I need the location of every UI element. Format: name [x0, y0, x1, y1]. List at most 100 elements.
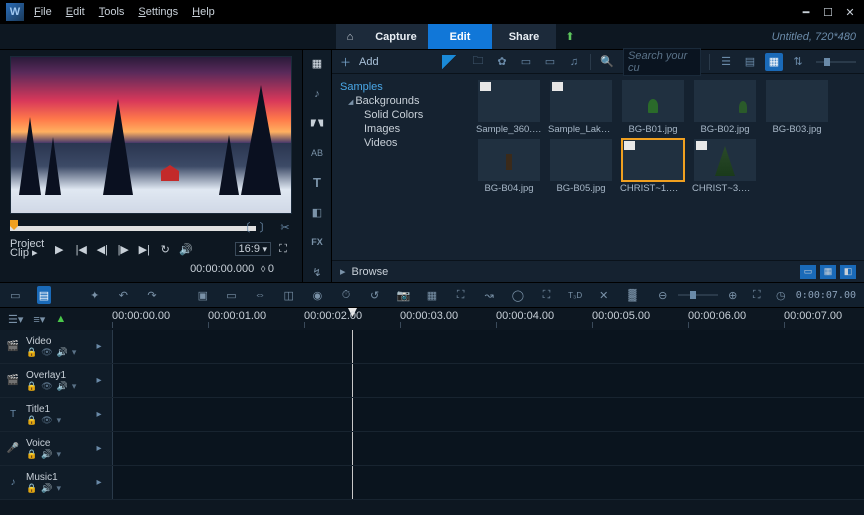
- maximize-button[interactable]: ☐: [820, 6, 836, 18]
- add-media-button[interactable]: Add: [359, 56, 379, 68]
- zoom-out-button[interactable]: ⊖: [654, 286, 672, 304]
- track-type-icon[interactable]: ♪: [6, 476, 20, 490]
- libtab-path-icon[interactable]: ↯: [307, 262, 327, 282]
- close-button[interactable]: ✕: [842, 6, 858, 18]
- next-frame-button[interactable]: |▶: [114, 241, 132, 257]
- menu-edit[interactable]: Edit: [66, 6, 85, 18]
- thumbnail-item[interactable]: BG-B04.jpg: [476, 139, 542, 194]
- home-button[interactable]: ⌂: [336, 24, 364, 49]
- tool-subtitle-icon[interactable]: ▭: [224, 286, 239, 304]
- volume-button[interactable]: 🔊: [177, 241, 195, 257]
- tool-3d-icon[interactable]: T₃D: [568, 286, 583, 304]
- track-ctl-icon[interactable]: 🔊: [57, 347, 68, 358]
- track-lane[interactable]: [112, 398, 864, 431]
- track-ctl-icon[interactable]: 👁: [41, 381, 52, 392]
- libtab-sound-icon[interactable]: ♪: [307, 84, 327, 104]
- tool-color-icon[interactable]: ◉: [310, 286, 325, 304]
- thumbnail-item[interactable]: Sample_Lake.m…: [548, 80, 614, 135]
- thumbnail-item[interactable]: BG-B03.jpg: [764, 80, 830, 135]
- track-ctl-icon[interactable]: 🔒: [26, 381, 37, 392]
- track-marker-icon[interactable]: ▲: [55, 313, 66, 325]
- track-lane[interactable]: [112, 364, 864, 397]
- mark-in-icon[interactable]: 〔: [238, 220, 252, 234]
- clip-mode-label[interactable]: Clip ▸: [10, 249, 44, 258]
- goto-end-button[interactable]: ▶|: [135, 241, 153, 257]
- menu-file[interactable]: File: [34, 6, 52, 18]
- browse-button[interactable]: Browse: [352, 266, 389, 278]
- tool-timeline-icon[interactable]: ▤: [37, 286, 52, 304]
- track-menu-icon[interactable]: ☰▾: [8, 313, 23, 326]
- minimize-button[interactable]: ━: [798, 6, 814, 18]
- tree-samples[interactable]: Samples: [340, 80, 472, 94]
- track-chevron-icon[interactable]: ▸: [92, 476, 106, 490]
- track-expand-icon[interactable]: ▾: [56, 483, 61, 494]
- track-lane[interactable]: [112, 432, 864, 465]
- menu-help[interactable]: Help: [192, 6, 215, 18]
- folder-icon[interactable]: 🗀: [469, 53, 487, 71]
- thumbnail-item[interactable]: Sample_360.mp4: [476, 80, 542, 135]
- panel-toggle-2[interactable]: ▦: [820, 265, 836, 279]
- flag-icon[interactable]: [442, 55, 456, 69]
- thumbnail-item[interactable]: CHRIST~1.MP4: [620, 139, 686, 194]
- tool-storyboard-icon[interactable]: ▭: [8, 286, 23, 304]
- libtab-title-icon[interactable]: AB: [307, 143, 327, 163]
- upload-icon[interactable]: ⬆: [556, 24, 584, 49]
- zoom-fit-button[interactable]: ⛶: [748, 286, 766, 304]
- tab-edit[interactable]: Edit: [428, 24, 492, 49]
- track-lane[interactable]: [112, 466, 864, 499]
- tool-snapshot-icon[interactable]: 📷: [396, 286, 411, 304]
- libtab-fx-icon[interactable]: FX: [307, 233, 327, 253]
- track-add-icon[interactable]: ≡▾: [33, 313, 45, 326]
- track-lane[interactable]: [112, 330, 864, 363]
- preview-scrubber[interactable]: [10, 226, 256, 231]
- fullscreen-icon[interactable]: ⛶: [274, 241, 292, 257]
- track-ctl-icon[interactable]: 🔒: [26, 483, 37, 494]
- track-ctl-icon[interactable]: 🔒: [26, 347, 37, 358]
- tool-wand-icon[interactable]: ✦: [87, 286, 102, 304]
- prev-frame-button[interactable]: ◀|: [93, 241, 111, 257]
- libtab-transition-icon[interactable]: [307, 114, 327, 134]
- track-ctl-icon[interactable]: 🔒: [26, 449, 37, 460]
- sort-icon[interactable]: ⇅: [789, 53, 807, 71]
- track-type-icon[interactable]: T: [6, 408, 20, 422]
- track-ctl-icon[interactable]: 👁: [41, 415, 52, 426]
- tree-backgrounds[interactable]: Backgrounds: [340, 94, 472, 108]
- tree-solid-colors[interactable]: Solid Colors: [340, 108, 472, 122]
- libtab-media-icon[interactable]: ▦: [307, 54, 327, 74]
- zoom-clock-icon[interactable]: ◷: [772, 286, 790, 304]
- track-chevron-icon[interactable]: ▸: [92, 340, 106, 354]
- tool-mask-icon[interactable]: ⛶: [453, 286, 468, 304]
- libtab-graphic-icon[interactable]: T: [307, 173, 327, 193]
- view-details-icon[interactable]: ▤: [741, 53, 759, 71]
- track-expand-icon[interactable]: ▾: [72, 381, 77, 392]
- panel-toggle-1[interactable]: ▭: [800, 265, 816, 279]
- split-icon[interactable]: ✂: [278, 220, 292, 234]
- tool-crop-icon[interactable]: ◫: [281, 286, 296, 304]
- track-ctl-icon[interactable]: 🔊: [57, 381, 68, 392]
- tree-videos[interactable]: Videos: [340, 136, 472, 150]
- track-chevron-icon[interactable]: ▸: [92, 408, 106, 422]
- tool-multi-icon[interactable]: ✕: [596, 286, 611, 304]
- track-expand-icon[interactable]: ▾: [72, 347, 77, 358]
- track-ctl-icon[interactable]: 👁: [41, 347, 52, 358]
- aspect-ratio-selector[interactable]: 16:9 ▾: [235, 242, 271, 256]
- tool-track-icon[interactable]: ◯: [511, 286, 526, 304]
- thumbnail-item[interactable]: BG-B01.jpg: [620, 80, 686, 135]
- tab-capture[interactable]: Capture: [364, 24, 428, 49]
- filter-audio-icon[interactable]: ♫: [565, 53, 583, 71]
- tree-images[interactable]: Images: [340, 122, 472, 136]
- tool-motion-icon[interactable]: ↝: [482, 286, 497, 304]
- redo-button[interactable]: ↷: [145, 286, 160, 304]
- view-thumbs-icon[interactable]: ▦: [765, 53, 783, 71]
- loop-button[interactable]: ↻: [156, 241, 174, 257]
- zoom-slider[interactable]: [678, 294, 718, 296]
- libtab-filter-icon[interactable]: ◧: [307, 203, 327, 223]
- tool-reverse-icon[interactable]: ↺: [367, 286, 382, 304]
- panel-toggle-3[interactable]: ◧: [840, 265, 856, 279]
- tool-record-icon[interactable]: ▣: [195, 286, 210, 304]
- tool-pan-icon[interactable]: ⛶: [539, 286, 554, 304]
- tab-share[interactable]: Share: [492, 24, 556, 49]
- menu-tools[interactable]: Tools: [99, 6, 125, 18]
- preview-viewport[interactable]: [10, 56, 292, 214]
- view-list-icon[interactable]: ☰: [717, 53, 735, 71]
